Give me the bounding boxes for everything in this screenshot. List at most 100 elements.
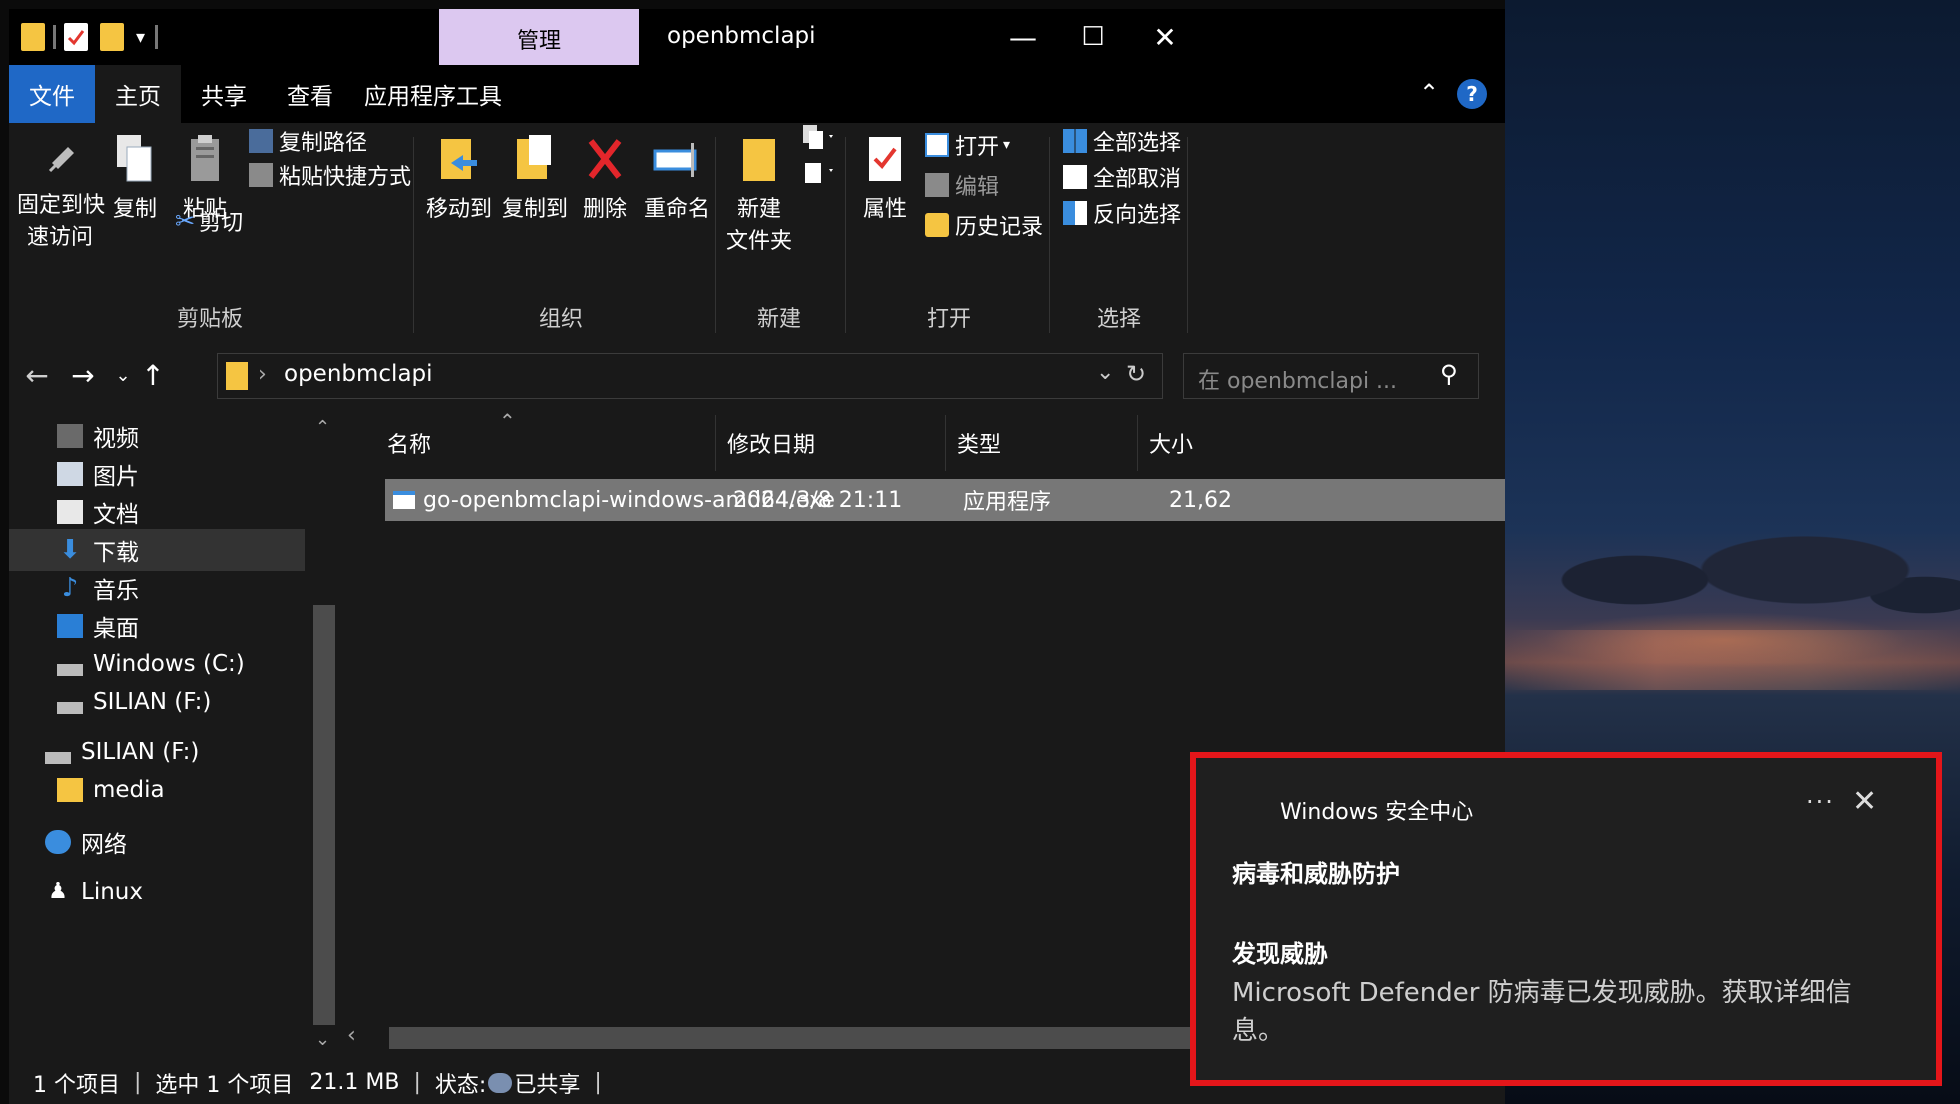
scroll-left-icon[interactable]: ‹ [347,1023,356,1048]
nav-item-drive-c[interactable]: Windows (C:) [9,643,353,685]
group-label-select: 选择 [1097,307,1142,332]
window-title: openbmclapi [667,23,816,49]
tab-file[interactable]: 文件 [9,65,95,123]
separator: | [413,1070,421,1095]
column-header-size[interactable]: 大小 [1149,415,1193,471]
dropdown-arrow-icon: ▾ [1003,137,1011,153]
column-header-modified[interactable]: 修改日期 [727,415,815,471]
state-value: 已共享 [514,1072,581,1098]
column-header-type[interactable]: 类型 [957,415,1001,471]
separator [1049,137,1050,333]
select-none-button[interactable]: 全部取消 [1063,161,1181,193]
security-notification-toast[interactable]: Windows 安全中心 ··· ✕ 病毒和威胁防护 发现威胁 Microsof… [1190,752,1942,1086]
search-box[interactable]: 在 openbmclapi ... ⚲ [1183,353,1479,399]
title-bar: ▾ 管理 openbmclapi — ☐ ✕ [9,9,1505,65]
select-all-button[interactable]: 全部选择 [1063,125,1181,157]
paste-icon [191,135,219,181]
pin-quick-access-button[interactable]: 固定到快 速访问 [17,133,105,251]
tab-share[interactable]: 共享 [181,65,267,123]
state-label: 状态: [434,1072,487,1098]
back-arrow-icon[interactable]: ← [19,355,55,395]
tab-view[interactable]: 查看 [267,65,353,123]
new-folder-icon [743,139,775,181]
collapse-ribbon-icon[interactable]: ⌃ [1419,79,1439,107]
copy-to-icon [517,135,551,179]
tab-home[interactable]: 主页 [95,65,181,123]
copy-to-button[interactable]: 复制到 [497,133,573,223]
file-row[interactable]: go-openbmclapi-windows-amd64.exe 2024/3/… [385,479,1505,521]
item-count: 1 个项目 [33,1072,120,1098]
toast-app-name: Windows 安全中心 [1280,800,1474,825]
invert-selection-button[interactable]: 反向选择 [1063,197,1181,229]
move-to-button[interactable]: 移动到 [421,133,497,223]
nav-item-drive-f[interactable]: SILIAN (F:) [9,681,353,723]
file-type: 应用程序 [963,490,1052,515]
nav-item-downloads[interactable]: ⬇ 下载 [9,529,305,571]
paste-shortcut-icon [249,163,273,187]
column-header-name[interactable]: 名称 [387,415,431,471]
forward-arrow-icon[interactable]: → [65,355,101,395]
shared-users-icon [488,1072,513,1093]
open-icon [925,133,949,157]
cut-button[interactable]: ✂ 剪切 [175,205,243,237]
minimize-button[interactable]: — [993,15,1053,59]
help-icon[interactable]: ? [1457,79,1487,109]
nav-item-pictures[interactable]: 图片 [9,453,353,495]
more-options-icon[interactable]: ··· [1806,788,1835,816]
network-icon [45,830,71,854]
separator [1137,415,1138,471]
nav-item-documents[interactable]: 文档 [9,491,353,533]
nav-item-network[interactable]: 网络 [9,821,341,863]
address-dropdown-icon[interactable]: ⌄ [1096,360,1114,385]
copy-path-icon [249,129,273,153]
nav-item-videos[interactable]: 视频 [9,415,353,457]
history-button[interactable]: 历史记录 [925,209,1043,241]
nav-item-desktop[interactable]: 桌面 [9,605,353,647]
scissors-icon: ✂ [175,207,196,235]
scroll-down-icon[interactable]: ⌄ [315,1029,330,1050]
nav-pane-scrollbar[interactable]: ⌃ ⌄ [309,415,339,1061]
move-to-icon [441,139,477,179]
scrollbar-thumb[interactable] [313,605,335,1025]
rename-button[interactable]: 重命名 [639,133,715,223]
exe-file-icon [393,491,415,509]
tab-app-tools[interactable]: 应用程序工具 [353,65,513,123]
nav-item-drive-f-root[interactable]: SILIAN (F:) [9,731,341,773]
copy-button[interactable]: 复制 [105,133,165,223]
drive-icon [57,690,83,714]
close-button[interactable]: ✕ [1135,15,1195,59]
copy-path-button[interactable]: 复制路径 [249,125,367,157]
nav-item-linux[interactable]: ♟ Linux [9,871,341,913]
up-arrow-icon[interactable]: ↑ [135,355,171,395]
nav-item-media[interactable]: media [9,769,353,811]
drive-icon [45,740,71,764]
scroll-up-icon[interactable]: ⌃ [315,417,330,438]
open-button[interactable]: 打开 ▾ [925,129,1010,161]
close-icon[interactable]: ✕ [1852,784,1877,819]
linux-penguin-icon: ♟ [48,879,68,904]
pin-icon [48,147,74,173]
new-folder-icon[interactable] [100,23,124,51]
maximize-button[interactable]: ☐ [1063,15,1123,59]
tab-manage[interactable]: 管理 [439,9,639,65]
properties-check-icon[interactable] [64,23,88,51]
customize-dropdown-icon[interactable]: ▾ [136,27,145,48]
refresh-icon[interactable]: ↻ [1126,360,1146,388]
video-icon [57,424,83,448]
edit-button[interactable]: 编辑 [925,169,999,201]
separator [53,25,56,49]
address-bar[interactable]: › openbmclapi ⌄ ↻ [217,353,1163,399]
breadcrumb[interactable]: openbmclapi [284,361,433,387]
paste-shortcut-button[interactable]: 粘贴快捷方式 [249,159,411,191]
search-icon[interactable]: ⚲ [1440,360,1458,388]
nav-item-music[interactable]: ♪ 音乐 [9,567,353,609]
new-folder-button[interactable]: 新建 文件夹 [721,133,797,255]
delete-button[interactable]: 删除 [575,133,635,223]
properties-button[interactable]: 属性 [855,133,915,223]
folder-icon [226,362,248,390]
search-input[interactable]: 在 openbmclapi ... [1198,363,1397,395]
new-item-icon[interactable] [799,123,839,153]
easy-access-icon[interactable] [799,157,839,187]
music-note-icon: ♪ [61,573,79,603]
file-modified: 2024/3/8 21:11 [733,487,903,513]
